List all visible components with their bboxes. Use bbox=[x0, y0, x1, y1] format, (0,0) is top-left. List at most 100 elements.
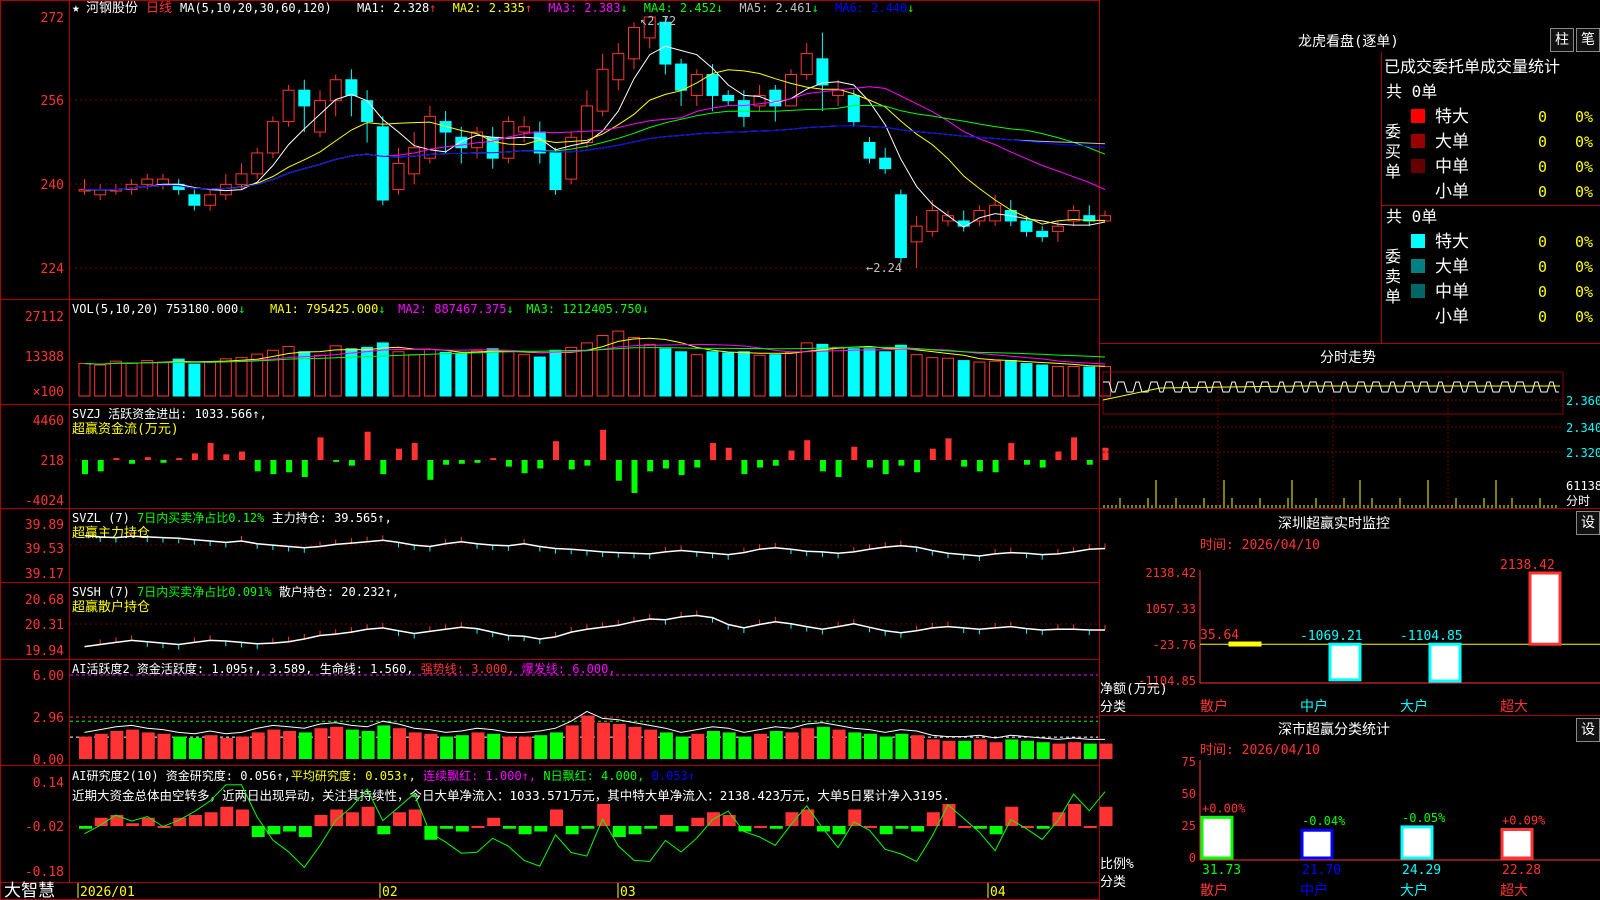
buy-side-label: 单 bbox=[1385, 162, 1401, 181]
research-bar bbox=[283, 826, 297, 832]
buy-side-label: 买 bbox=[1385, 142, 1401, 161]
axis-tick-label: -4024 bbox=[25, 494, 64, 509]
sell-row-count: 0 bbox=[1538, 283, 1547, 301]
activity-bar bbox=[926, 739, 940, 759]
flow-bar bbox=[239, 451, 245, 460]
buy-row-count: 0 bbox=[1538, 158, 1547, 176]
research-bar bbox=[659, 815, 673, 826]
research-bar bbox=[314, 815, 328, 826]
research-bar bbox=[110, 815, 124, 826]
volume-bar bbox=[125, 362, 138, 397]
activity-bar bbox=[94, 733, 108, 759]
volume-bar bbox=[1099, 365, 1111, 397]
flow-bar bbox=[490, 458, 497, 460]
candle-body bbox=[1051, 225, 1064, 232]
sz-stats-settings-button[interactable]: 设 bbox=[1576, 718, 1600, 742]
candle-body bbox=[157, 178, 169, 185]
activity-bar bbox=[236, 736, 249, 759]
axis-tick-label: 0.14 bbox=[33, 776, 64, 791]
volume-bars bbox=[78, 330, 1111, 397]
header-star: ★ bbox=[72, 1, 80, 16]
sz-monitor-category: 中户 bbox=[1300, 698, 1328, 715]
tick-mode-button[interactable]: 笔 bbox=[1576, 28, 1600, 52]
volume-bar bbox=[329, 345, 342, 397]
buy-row-pct: 0% bbox=[1575, 183, 1593, 201]
research-bar bbox=[801, 809, 815, 826]
activity-bar bbox=[675, 736, 689, 759]
flow-bar bbox=[97, 460, 104, 472]
buy-swatch bbox=[1411, 109, 1425, 123]
flow-bar bbox=[207, 443, 214, 460]
candlestick-plot bbox=[78, 16, 1111, 268]
sz-stats-value-label: 24.29 bbox=[1402, 863, 1441, 878]
activity-bar bbox=[141, 732, 155, 759]
volume-bar bbox=[690, 354, 703, 397]
candle-body bbox=[219, 183, 232, 196]
volume-bar bbox=[141, 360, 154, 397]
sell-swatch bbox=[1411, 234, 1425, 248]
research-bar bbox=[408, 809, 422, 826]
flow-bar bbox=[615, 460, 622, 481]
axis-tick-label: 0.00 bbox=[33, 753, 64, 768]
activity-bar bbox=[173, 736, 187, 759]
sz-stats-change-label: +0.00% bbox=[1202, 801, 1246, 815]
bar-mode-button[interactable]: 柱 bbox=[1550, 28, 1574, 52]
activity-bar bbox=[126, 729, 140, 759]
ma-item-2: MA2: 2.335↑ bbox=[453, 1, 532, 15]
activity-bar bbox=[785, 732, 799, 759]
buy-row-count: 0 bbox=[1538, 133, 1547, 151]
flow-bar bbox=[333, 460, 340, 462]
candle-body bbox=[94, 189, 107, 196]
candle-body bbox=[800, 53, 813, 76]
sz-stats-title: 深市超赢分类统计 bbox=[1278, 721, 1390, 738]
activity-bar bbox=[110, 731, 124, 759]
flow-bar bbox=[537, 460, 544, 469]
flow-bar bbox=[270, 460, 277, 475]
volume-bar bbox=[423, 348, 436, 397]
candle-body bbox=[392, 162, 405, 191]
flow-bar bbox=[254, 460, 261, 472]
research-bar bbox=[1068, 804, 1082, 826]
sz-monitor-bar bbox=[1428, 642, 1462, 683]
activity-bar bbox=[393, 728, 406, 759]
sz-monitor-xlabel: 分类 bbox=[1100, 700, 1126, 715]
buy-row-label: 大单 bbox=[1435, 132, 1469, 152]
ma-item-4: MA4: 2.452↓ bbox=[644, 1, 723, 15]
activity-bar bbox=[879, 736, 893, 759]
volume-bar bbox=[172, 358, 185, 397]
volume-bar bbox=[157, 361, 169, 397]
ma-header-label: MA(5,10,20,30,60,120) bbox=[180, 1, 332, 15]
volume-bar bbox=[894, 344, 907, 397]
volume-bar bbox=[502, 351, 515, 397]
research-bar bbox=[989, 826, 1003, 835]
buy-row-pct: 0% bbox=[1575, 133, 1593, 151]
activity-bars bbox=[70, 674, 1113, 759]
research-bar bbox=[973, 826, 987, 829]
research-bar bbox=[644, 826, 658, 829]
intraday-axis-label: 2.360 bbox=[1566, 394, 1600, 408]
flow-bar bbox=[301, 460, 308, 477]
flow-bar bbox=[223, 454, 230, 460]
flow-bar bbox=[788, 450, 795, 460]
volume-bar bbox=[471, 350, 483, 397]
sell-row-pct: 0% bbox=[1575, 283, 1593, 301]
candle-body bbox=[832, 89, 845, 96]
volume-bar bbox=[722, 352, 735, 397]
sell-row-count: 0 bbox=[1538, 308, 1547, 326]
research-bar bbox=[455, 826, 469, 832]
sz-stats-category: 大户 bbox=[1400, 882, 1428, 899]
candle-body bbox=[816, 58, 829, 86]
volume-bar bbox=[675, 351, 688, 397]
ma-item-6: MA6: 2.440↓ bbox=[835, 1, 914, 15]
volume-bar bbox=[314, 354, 326, 397]
research-bar bbox=[126, 823, 140, 826]
ma-item-5: MA5: 2.461↓ bbox=[739, 1, 818, 15]
sz-monitor-axis-label: 2138.42 bbox=[1145, 566, 1196, 580]
volume-bar bbox=[1067, 365, 1080, 397]
sz-stats-category: 超大 bbox=[1500, 883, 1528, 899]
volume-bar bbox=[219, 358, 232, 397]
research-bar bbox=[1099, 806, 1113, 826]
sz-monitor-category: 超大 bbox=[1500, 699, 1528, 715]
sz-monitor-settings-button[interactable]: 设 bbox=[1576, 511, 1600, 535]
vol-ma-item-3: MA3: 1212405.750↓ bbox=[526, 302, 649, 316]
